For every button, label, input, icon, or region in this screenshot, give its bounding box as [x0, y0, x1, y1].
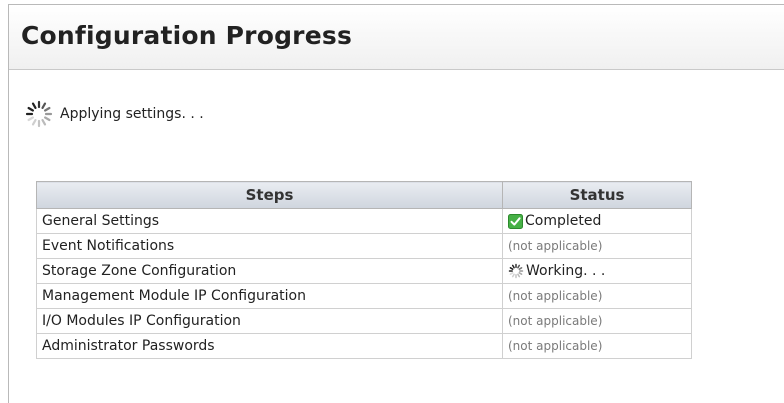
step-name: Management Module IP Configuration [36, 283, 503, 309]
table-row: Management Module IP Configuration (not … [36, 283, 692, 309]
status-text: (not applicable) [508, 289, 603, 303]
step-name: I/O Modules IP Configuration [36, 308, 503, 334]
progress-message: Applying settings. . . [60, 106, 204, 122]
status-text: (not applicable) [508, 339, 603, 353]
step-name: Event Notifications [36, 233, 503, 259]
title-bar: Configuration Progress [9, 5, 784, 70]
table-row: I/O Modules IP Configuration (not applic… [36, 308, 692, 334]
step-status: (not applicable) [502, 308, 692, 334]
step-name: General Settings [36, 208, 503, 234]
page-title: Configuration Progress [21, 21, 353, 50]
step-name: Administrator Passwords [36, 333, 503, 359]
step-name: Storage Zone Configuration [36, 258, 503, 284]
configuration-panel: Configuration Progress Applying settings… [8, 4, 784, 403]
steps-column-header: Steps [36, 181, 503, 209]
step-status: (not applicable) [502, 233, 692, 259]
table-header-row: Steps Status [36, 181, 692, 209]
step-status: (not applicable) [502, 333, 692, 359]
step-status: Working. . . [502, 258, 692, 284]
step-status: (not applicable) [502, 283, 692, 309]
check-icon [508, 213, 523, 229]
steps-table: Steps Status General Settings Completed [36, 181, 692, 359]
status-text: Working. . . [526, 263, 606, 279]
table-row: Administrator Passwords (not applicable) [36, 333, 692, 359]
spinner-icon [25, 100, 53, 128]
step-status: Completed [502, 208, 692, 234]
table-row: Storage Zone Configuration Working. . . [36, 258, 692, 284]
status-text: Completed [525, 213, 602, 229]
table-row: Event Notifications (not applicable) [36, 233, 692, 259]
table-row: General Settings Completed [36, 208, 692, 234]
status-column-header: Status [502, 181, 692, 209]
spinner-icon [508, 263, 524, 279]
status-text: (not applicable) [508, 239, 603, 253]
status-text: (not applicable) [508, 314, 603, 328]
progress-indicator: Applying settings. . . [24, 99, 204, 129]
